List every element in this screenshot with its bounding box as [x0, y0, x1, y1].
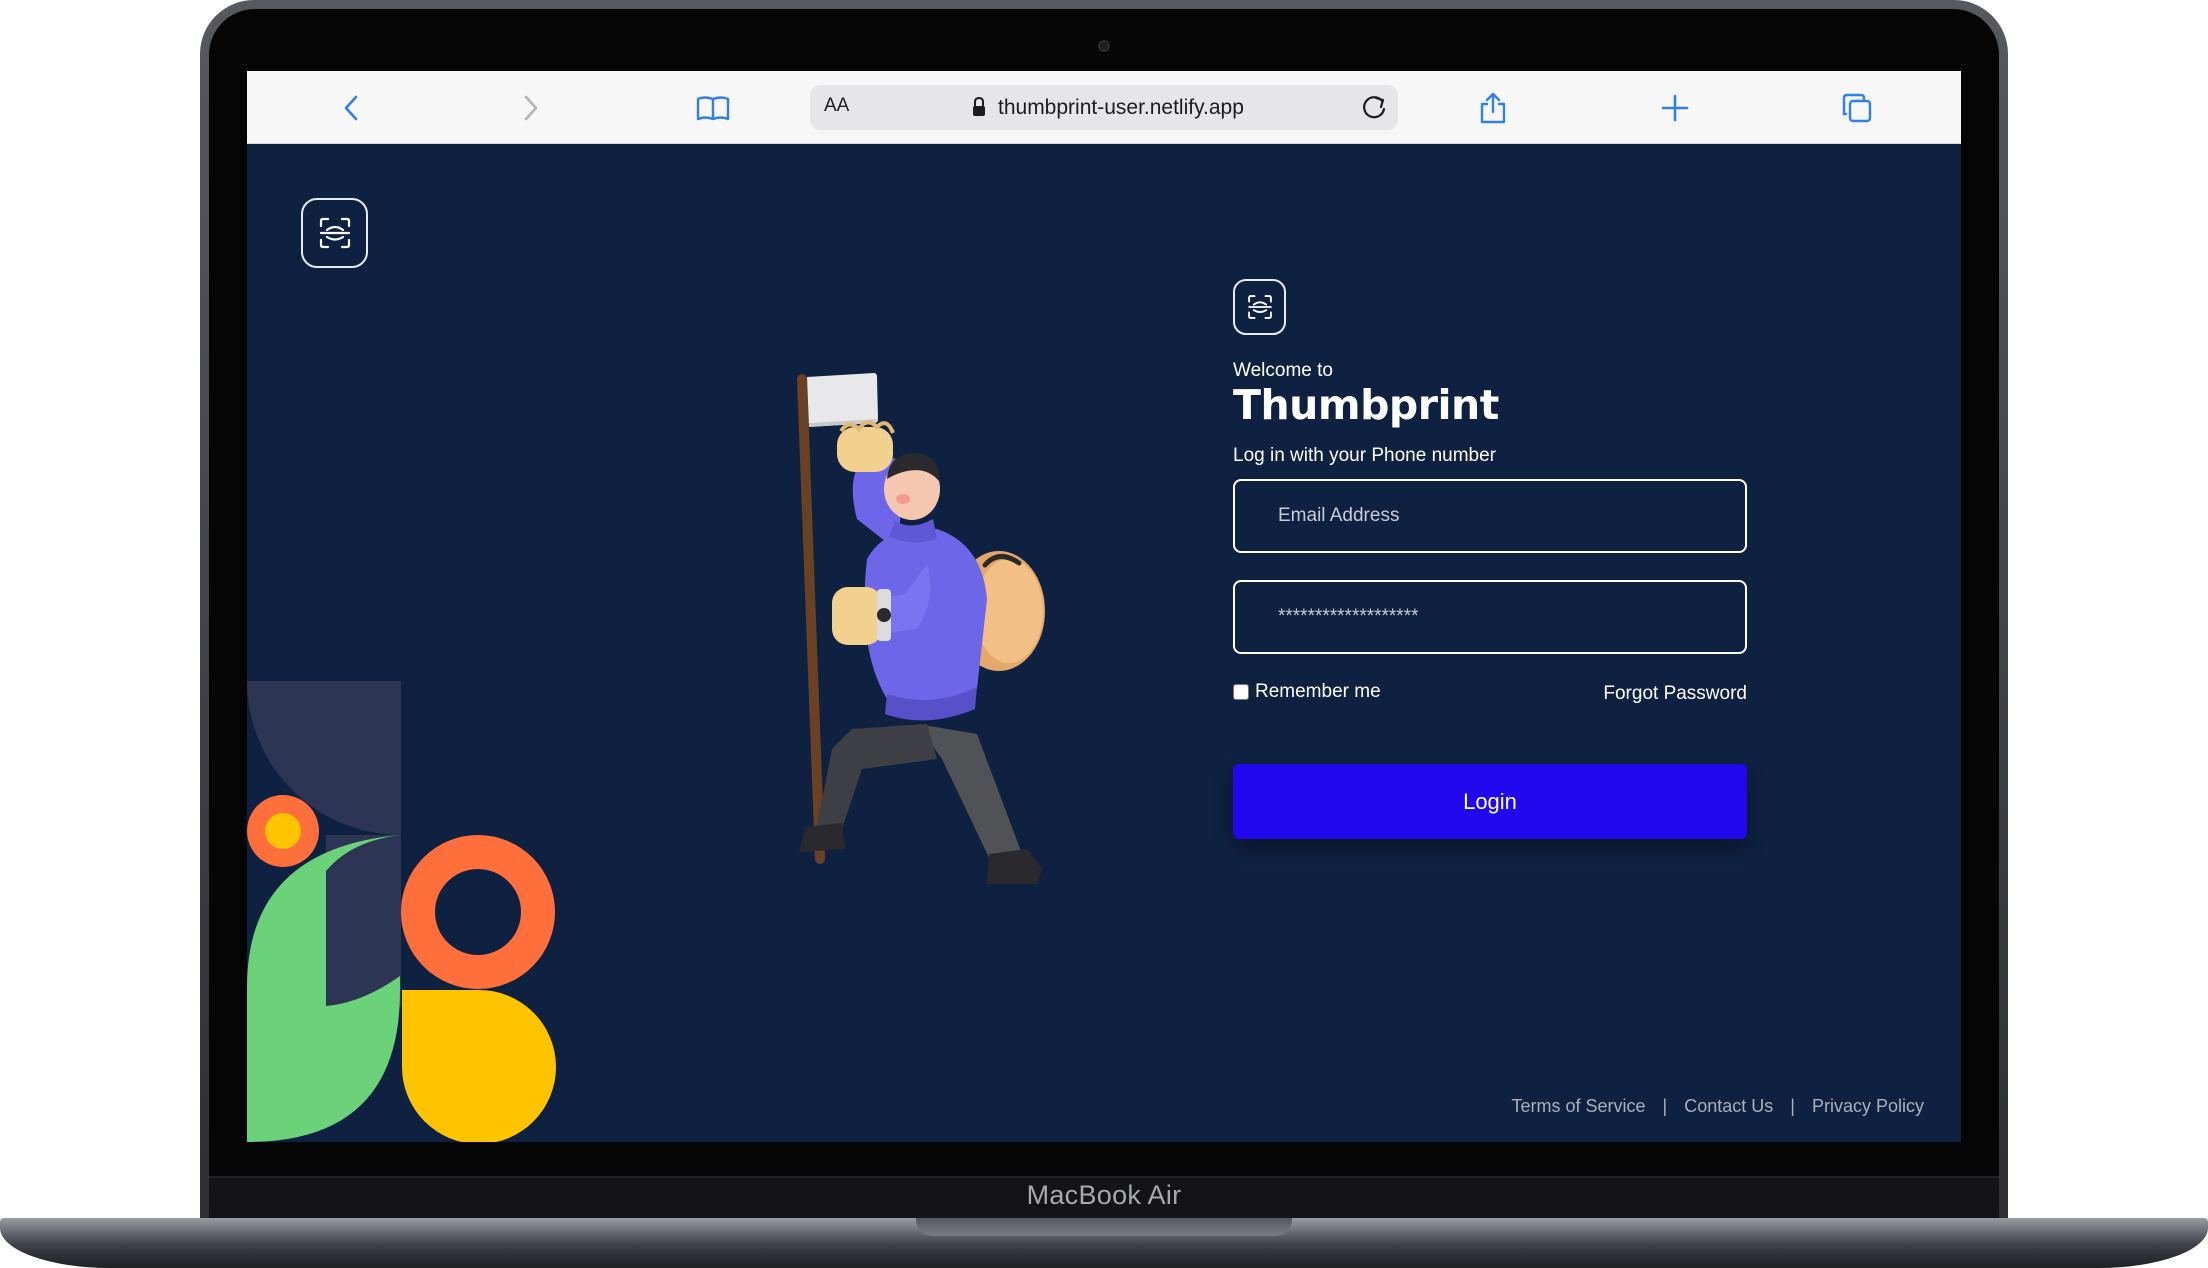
- login-button[interactable]: Login: [1233, 764, 1747, 839]
- decorative-shapes: [247, 681, 556, 1142]
- remember-checkbox[interactable]: [1233, 684, 1249, 700]
- remember-label[interactable]: Remember me: [1255, 681, 1381, 703]
- camera-icon: [1098, 40, 1110, 52]
- contact-link[interactable]: Contact Us: [1684, 1096, 1773, 1117]
- device-label: MacBook Air: [1026, 1180, 1182, 1210]
- text-size-button[interactable]: AA: [824, 95, 849, 117]
- footer-links: Terms of Service | Contact Us | Privacy …: [1512, 1096, 1925, 1117]
- brand-title: Thumbprint: [1233, 381, 1499, 429]
- login-subtitle: Log in with your Phone number: [1233, 445, 1496, 466]
- address-bar[interactable]: AA thumbprint-user.netlify.app: [810, 85, 1398, 130]
- hiker-illustration: [797, 373, 1045, 884]
- tabs-icon[interactable]: [1840, 91, 1874, 125]
- laptop-screen: AA thumbprint-user.netlify.app Welcome t…: [247, 71, 1961, 1142]
- footer-separator: |: [1790, 1096, 1795, 1116]
- footer-separator: |: [1662, 1096, 1668, 1116]
- chevron-right-icon[interactable]: [514, 91, 548, 125]
- browser-toolbar: AA thumbprint-user.netlify.app: [247, 71, 1961, 144]
- lock-icon: [971, 96, 987, 123]
- url-text[interactable]: thumbprint-user.netlify.app: [998, 96, 1244, 120]
- password-input[interactable]: [1233, 580, 1747, 654]
- share-icon[interactable]: [1476, 91, 1510, 125]
- email-input[interactable]: [1233, 479, 1747, 553]
- welcome-text: Welcome to: [1233, 360, 1333, 381]
- laptop-notch: [916, 1218, 1292, 1236]
- terms-link[interactable]: Terms of Service: [1512, 1096, 1646, 1117]
- forgot-password-link[interactable]: Forgot Password: [1603, 683, 1747, 705]
- remember-me[interactable]: Remember me: [1233, 681, 1381, 703]
- privacy-link[interactable]: Privacy Policy: [1812, 1096, 1924, 1117]
- login-page: Welcome to Thumbprint Log in with your P…: [247, 144, 1961, 1142]
- plus-icon[interactable]: [1658, 91, 1692, 125]
- book-icon[interactable]: [696, 91, 730, 125]
- reload-icon[interactable]: [1358, 91, 1390, 128]
- thumbprint-logo-icon: [1233, 279, 1286, 335]
- thumbprint-logo-icon[interactable]: [301, 198, 368, 268]
- chevron-left-icon[interactable]: [334, 91, 368, 125]
